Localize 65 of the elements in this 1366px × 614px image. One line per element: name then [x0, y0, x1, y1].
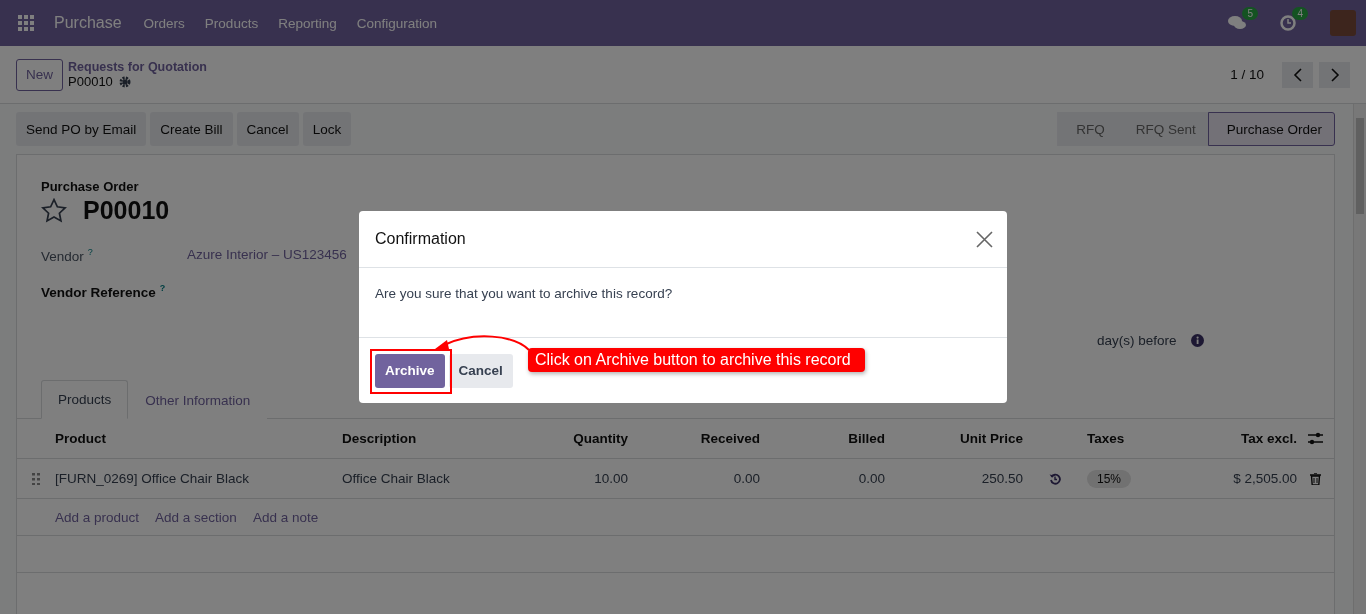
- table-cell-text: $ 2,505.00: [1232, 471, 1297, 486]
- gear-icon[interactable]: [118, 75, 131, 88]
- dialog-message: Are you sure that you want to archive this record?: [375, 286, 674, 301]
- menu-item[interactable]: Configuration: [356, 15, 437, 31]
- info-icon[interactable]: [1190, 334, 1204, 347]
- table-cell-text: Office Chair Black: [342, 471, 451, 486]
- previous-button[interactable]: [1282, 61, 1313, 88]
- status-stage[interactable]: Purchase Order: [1207, 112, 1335, 146]
- annotation-callout: Click on Archive button to archive this record: [528, 348, 865, 372]
- column-header[interactable]: Description: [342, 431, 500, 446]
- chat-icon[interactable]: [1228, 15, 1246, 31]
- column-header[interactable]: Tax excl.: [1200, 431, 1297, 446]
- table-cell-text: 0.00: [857, 471, 885, 486]
- form-tab[interactable]: Products: [41, 380, 129, 419]
- reminder-label: day(s) before: [1097, 333, 1177, 348]
- column-header[interactable]: Product: [55, 431, 342, 446]
- status-stage[interactable]: RFQ: [1057, 112, 1118, 146]
- record-title: P00010: [83, 196, 170, 225]
- status-stage[interactable]: RFQ Sent: [1116, 112, 1209, 146]
- breadcrumb-link[interactable]: Requests for Quotation: [68, 60, 207, 74]
- add-line-link[interactable]: Add a product: [55, 509, 140, 525]
- trash-icon[interactable]: [1310, 472, 1321, 485]
- field-label: Vendor Reference $^{?}$: [41, 283, 167, 302]
- scrollbar[interactable]: [1353, 104, 1366, 614]
- form-title-label: Purchase Order: [41, 179, 140, 194]
- dialog-title: Confirmation: [375, 230, 466, 248]
- column-header[interactable]: Billed: [760, 431, 885, 446]
- chevron-left-icon: [1292, 67, 1303, 82]
- drag-handle-icon[interactable]: [32, 472, 40, 485]
- table-cell-text: 250.50: [980, 471, 1023, 486]
- menu-item[interactable]: Reporting: [278, 15, 337, 31]
- record-name: P00010: [68, 74, 113, 89]
- action-button[interactable]: Create Bill: [150, 112, 233, 146]
- menu-item[interactable]: Orders: [143, 15, 185, 31]
- tax-tag: 15%: [1087, 469, 1132, 488]
- next-button[interactable]: [1319, 61, 1350, 88]
- menu-item[interactable]: Products: [204, 15, 259, 31]
- column-header[interactable]: Received: [628, 431, 760, 446]
- table-cell-text: 10.00: [593, 471, 628, 486]
- pager-counter: 1 / 10: [1230, 67, 1264, 82]
- action-button[interactable]: Cancel: [236, 112, 299, 146]
- history-icon[interactable]: [1049, 472, 1061, 485]
- new-button[interactable]: New: [16, 58, 63, 91]
- action-button[interactable]: Send PO by Email: [16, 112, 147, 146]
- message-count-badge: 5: [1242, 7, 1258, 20]
- column-header[interactable]: Unit Price: [885, 431, 1023, 446]
- table-cell-text: 0.00: [732, 471, 760, 486]
- column-settings-icon[interactable]: [1308, 432, 1323, 445]
- column-header[interactable]: Quantity: [500, 431, 628, 446]
- activity-count-badge: 4: [1292, 7, 1308, 20]
- column-header[interactable]: Taxes: [1087, 431, 1200, 446]
- table-cell-text: [FURN_0269] Office Chair Black: [55, 471, 251, 486]
- cancel-button[interactable]: Cancel: [448, 353, 513, 388]
- add-line-link[interactable]: Add a section: [155, 509, 237, 525]
- field-label: Vendor $^{?}$: [41, 247, 94, 266]
- clock-icon[interactable]: [1280, 15, 1296, 31]
- star-icon[interactable]: [41, 198, 67, 223]
- add-line-link[interactable]: Add a note: [252, 509, 319, 525]
- close-button[interactable]: [976, 230, 993, 248]
- apps-grid-icon[interactable]: [18, 15, 34, 31]
- vendor-link[interactable]: Azure Interior – US123456: [187, 247, 347, 283]
- app-name[interactable]: Purchase: [54, 14, 122, 32]
- chevron-right-icon: [1329, 67, 1340, 82]
- action-button[interactable]: Lock: [302, 112, 352, 146]
- archive-button[interactable]: Archive: [375, 353, 445, 388]
